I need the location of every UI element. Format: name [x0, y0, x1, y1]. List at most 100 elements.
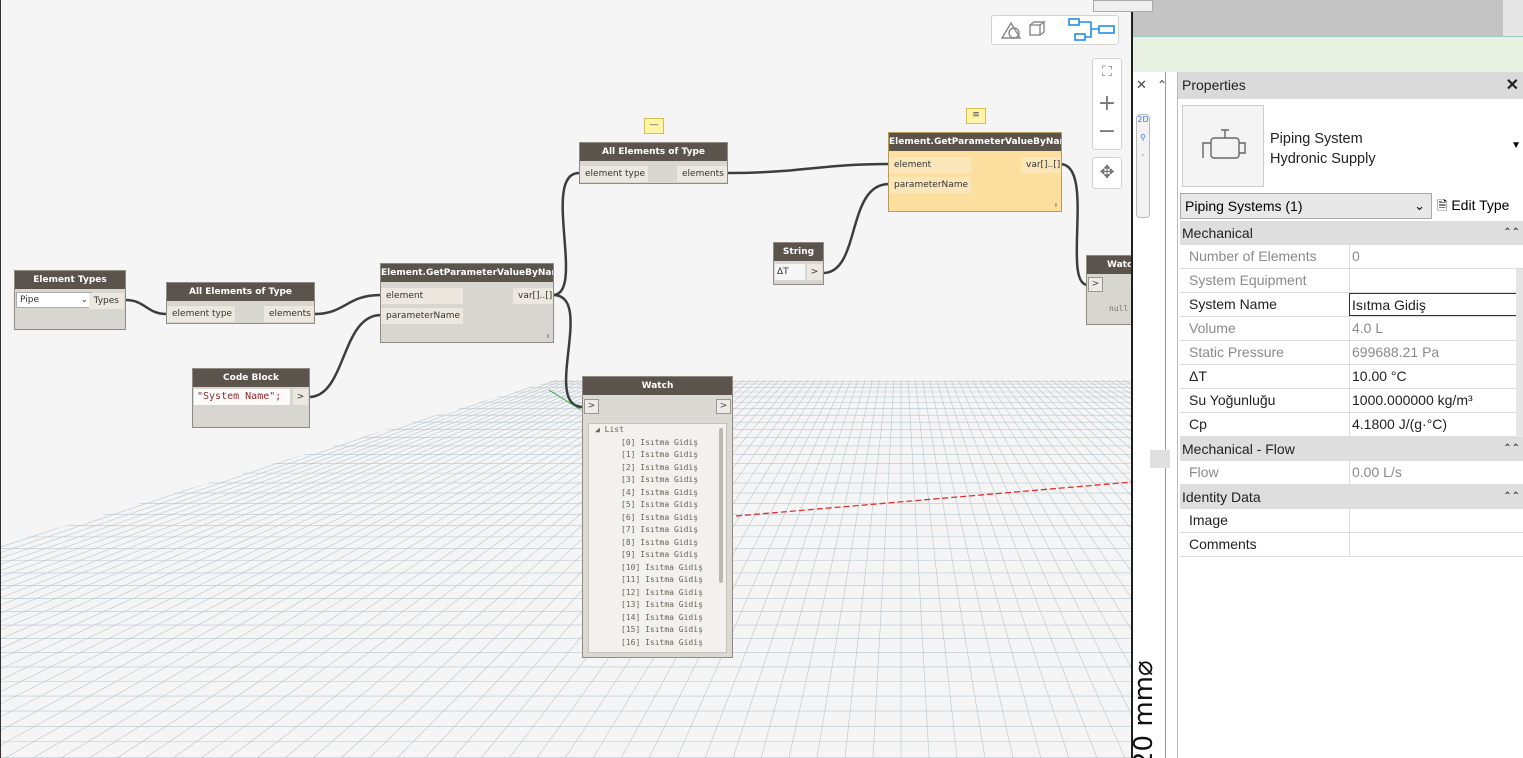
- all-elements-of-type-node[interactable]: All Elements of Type element type elemen…: [166, 282, 315, 324]
- lacing-icon: ı: [1055, 201, 1057, 209]
- list-item: [13] Isıtma Gidiş: [621, 600, 703, 609]
- input-port-parametername[interactable]: parameterName: [381, 308, 463, 324]
- revit-options-bar: [1133, 36, 1523, 72]
- input-port-element-type[interactable]: element type: [580, 166, 648, 182]
- property-group-header[interactable]: Mechanical - Flow ⌃⌃: [1180, 437, 1523, 461]
- view-close-icon[interactable]: ✕: [1136, 78, 1147, 93]
- property-name: Volume: [1189, 320, 1236, 336]
- property-row: Cp 4.1800 J/(g·°C): [1180, 413, 1523, 437]
- element-type-dropdown[interactable]: Pipe ⌄: [16, 292, 92, 308]
- string-value[interactable]: ΔT: [775, 264, 805, 280]
- view-cube-panel[interactable]: 2D ⚲ ◦: [1136, 114, 1150, 218]
- list-item: [1] Isıtma Gidiş: [621, 450, 699, 459]
- close-icon[interactable]: ✕: [1506, 72, 1519, 99]
- output-port-var[interactable]: var[]..[]: [513, 288, 553, 304]
- property-value: 699688.21 Pa: [1349, 341, 1517, 364]
- screen: Element Types Pipe ⌄ Types All Elements …: [0, 0, 1523, 758]
- view-border: [1165, 72, 1166, 758]
- properties-scrollbar[interactable]: [1516, 269, 1523, 437]
- graph-view-button[interactable]: [1063, 17, 1117, 43]
- property-name: Su Yoğunluğu: [1189, 392, 1276, 408]
- collapse-icon[interactable]: ⌃⌃: [1503, 437, 1520, 461]
- property-value[interactable]: [1349, 533, 1517, 556]
- list-item: [6] Isıtma Gidiş: [621, 512, 699, 522]
- revit-ribbon: [1093, 0, 1523, 36]
- list-item: [0] Isıtma Gidiş: [621, 437, 699, 447]
- property-row: System Name Isıtma Gidiş: [1180, 293, 1523, 317]
- property-name: Flow: [1189, 464, 1219, 480]
- list-item: [3] Isıtma Gidiş: [621, 475, 699, 484]
- get-parameter-value-node[interactable]: Element.GetParameterValueByName element …: [380, 263, 554, 343]
- list-item: [7] Isıtma Gidiş: [621, 525, 699, 534]
- input-port[interactable]: >: [584, 399, 599, 414]
- property-value[interactable]: 4.1800 J/(g·°C): [1349, 413, 1517, 436]
- watch-node[interactable]: Watch > null: [1086, 255, 1131, 325]
- output-port[interactable]: >: [293, 389, 308, 405]
- property-name: Image: [1189, 512, 1228, 528]
- type-type: Hydronic Supply: [1270, 151, 1376, 167]
- property-group-header[interactable]: Identity Data ⌃⌃: [1180, 485, 1523, 509]
- type-name: Piping System Hydronic Supply: [1270, 129, 1376, 169]
- type-selector-chevron-icon[interactable]: ▼: [1511, 140, 1521, 151]
- chevron-down-icon: ⌄: [80, 295, 88, 305]
- output-port-var[interactable]: var[]..[]: [1021, 157, 1061, 173]
- watch-list[interactable]: ◢ List [0] Isıtma Gidiş [1] Isıtma Gidiş[…: [588, 423, 727, 653]
- collapse-icon[interactable]: ⌃⌃: [1503, 221, 1520, 245]
- element-types-node[interactable]: Element Types Pipe ⌄ Types: [14, 270, 126, 330]
- node-title: Element.GetParameterValueByName: [889, 133, 1061, 151]
- zoom-in-icon[interactable]: +: [1097, 92, 1117, 116]
- property-value[interactable]: [1349, 509, 1517, 532]
- property-row: Volume 4.0 L: [1180, 317, 1523, 341]
- property-row: ΔT 10.00 °C: [1180, 365, 1523, 389]
- property-row: System Equipment: [1180, 269, 1523, 293]
- pan-icon[interactable]: ✥: [1092, 157, 1122, 189]
- output-port-elements[interactable]: elements: [264, 306, 314, 322]
- property-name: Cp: [1189, 416, 1207, 432]
- output-port-types[interactable]: Types: [88, 293, 124, 309]
- property-name: System Name: [1189, 296, 1277, 312]
- watch-value: null: [1109, 304, 1129, 313]
- property-value[interactable]: 1000.000000 kg/m³: [1349, 389, 1517, 412]
- node-title: String: [774, 243, 823, 261]
- note-icon[interactable]: —: [644, 118, 664, 134]
- node-title: Element.GetParameterValueByName: [381, 264, 553, 282]
- output-port-elements[interactable]: elements: [677, 166, 727, 182]
- properties-table: Mechanical ⌃⌃ Number of Elements 0 System Eq…: [1180, 221, 1523, 557]
- edit-type-button[interactable]: 🗎 Edit Type: [1437, 193, 1509, 218]
- note-icon[interactable]: ≡: [966, 108, 986, 124]
- string-node[interactable]: String ΔT >: [773, 242, 824, 285]
- output-port[interactable]: >: [716, 399, 731, 414]
- collapse-icon[interactable]: ⌃⌃: [1503, 485, 1520, 509]
- property-value[interactable]: 10.00 °C: [1349, 365, 1517, 388]
- property-value[interactable]: Isıtma Gidiş: [1349, 293, 1517, 316]
- input-port-parametername[interactable]: parameterName: [889, 177, 971, 193]
- list-item: [14] Isıtma Gidiş: [621, 612, 703, 622]
- geometry-view-button[interactable]: [998, 19, 1048, 41]
- code-text[interactable]: "System Name";: [194, 389, 290, 405]
- input-port-element[interactable]: element: [889, 157, 971, 173]
- dropdown-value: Pipe: [20, 295, 39, 305]
- output-port[interactable]: >: [807, 264, 822, 280]
- property-name: ΔT: [1189, 368, 1207, 384]
- input-port[interactable]: >: [1088, 277, 1103, 292]
- code-block-node[interactable]: Code Block "System Name"; >: [192, 368, 310, 428]
- instance-selector[interactable]: Piping Systems (1) ⌄: [1180, 193, 1432, 219]
- all-elements-of-type-node[interactable]: All Elements of Type element type elemen…: [579, 142, 728, 184]
- list-item: [8] Isıtma Gidiş: [621, 537, 699, 547]
- get-parameter-value-node-selected[interactable]: Element.GetParameterValueByName element …: [888, 132, 1062, 212]
- scroll-handle[interactable]: [1150, 450, 1170, 468]
- list-item: [2] Isıtma Gidiş: [621, 462, 699, 472]
- property-group-header[interactable]: Mechanical ⌃⌃: [1180, 221, 1523, 245]
- property-name: Number of Elements: [1189, 248, 1317, 264]
- list-items: [0] Isıtma Gidiş [1] Isıtma Gidiş [2] Isıt…: [589, 437, 726, 650]
- properties-panel: Properties ✕ Piping System Hydronic Supp…: [1177, 72, 1523, 758]
- fit-view-icon[interactable]: ⛶: [1097, 64, 1117, 84]
- input-port-element-type[interactable]: element type: [167, 306, 235, 322]
- scrollbar-thumb[interactable]: [719, 428, 723, 583]
- dynamo-canvas[interactable]: Element Types Pipe ⌄ Types All Elements …: [0, 0, 1133, 758]
- zoom-out-icon[interactable]: −: [1097, 120, 1117, 144]
- input-port-element[interactable]: element: [381, 288, 463, 304]
- watch-node[interactable]: Watch > > ◢ List [0] Isıtma Gidiş [1] Isı…: [582, 376, 733, 658]
- ribbon-tab[interactable]: [1093, 0, 1153, 12]
- selector-value: Piping Systems (1): [1185, 198, 1303, 214]
